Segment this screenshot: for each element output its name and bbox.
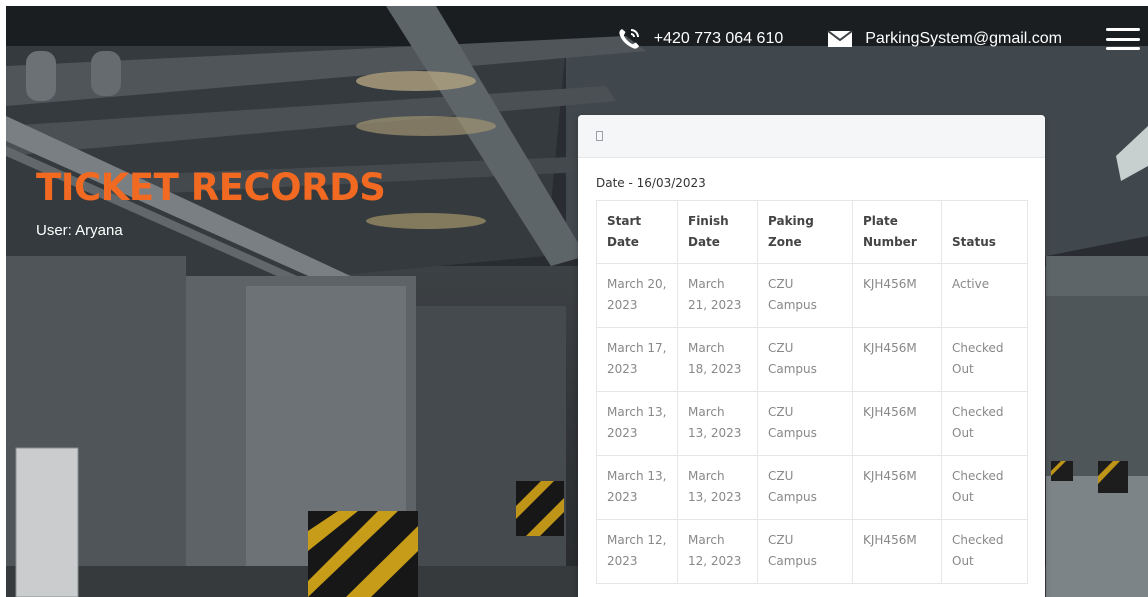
table-row: March 13, 2023 March 13, 2023 CZU Campus… [596, 455, 1028, 520]
hamburger-menu-icon[interactable] [1106, 28, 1140, 50]
cell-status: Checked Out [941, 455, 1028, 520]
email-contact[interactable]: ParkingSystem@gmail.com [827, 29, 1062, 49]
phone-number: +420 773 064 610 [653, 30, 784, 47]
cell-finish-date: March 13, 2023 [677, 391, 758, 456]
table-row: March 13, 2023 March 13, 2023 CZU Campus… [596, 391, 1028, 456]
menu-line [1106, 28, 1140, 31]
date-label: Date - 16/03/2023 [596, 176, 706, 190]
cell-status: Active [941, 263, 1028, 328]
cell-parking-zone: CZU Campus [757, 391, 853, 456]
table-row: March 20, 2023 March 21, 2023 CZU Campus… [596, 263, 1028, 328]
table-row: March 17, 2023 March 18, 2023 CZU Campus… [596, 327, 1028, 392]
table-header-row: Start Date Finish Date Paking Zone Plate… [596, 200, 1028, 264]
cell-parking-zone: CZU Campus [757, 455, 853, 520]
card-header [578, 115, 1045, 158]
cell-status: Checked Out [941, 327, 1028, 392]
page-title: TICKET RECORDS [36, 166, 386, 209]
cell-plate-number: KJH456M [852, 263, 942, 328]
column-header-plate-number: Plate Number [852, 200, 942, 264]
cell-parking-zone: CZU Campus [757, 263, 853, 328]
envelope-icon [827, 30, 853, 47]
menu-line [1106, 37, 1140, 41]
cell-finish-date: March 13, 2023 [677, 455, 758, 520]
cell-plate-number: KJH456M [852, 391, 942, 456]
cell-finish-date: March 12, 2023 [677, 519, 758, 584]
cell-status: Checked Out [941, 519, 1028, 584]
cell-start-date: March 20, 2023 [596, 263, 678, 328]
cell-finish-date: March 18, 2023 [677, 327, 758, 392]
column-header-status: Status [941, 200, 1028, 264]
column-header-finish-date: Finish Date [677, 200, 758, 264]
menu-line [1106, 47, 1140, 50]
missing-glyph-icon [596, 131, 603, 141]
phone-contact[interactable]: +420 773 064 610 [616, 26, 783, 52]
cell-start-date: March 17, 2023 [596, 327, 678, 392]
cell-plate-number: KJH456M [852, 519, 942, 584]
cell-finish-date: March 21, 2023 [677, 263, 758, 328]
column-header-parking-zone: Paking Zone [757, 200, 853, 264]
ticket-table: Start Date Finish Date Paking Zone Plate… [596, 200, 1028, 584]
phone-icon [619, 29, 639, 49]
email-address: ParkingSystem@gmail.com [865, 30, 1062, 47]
column-header-start-date: Start Date [596, 200, 678, 264]
cell-start-date: March 13, 2023 [596, 391, 678, 456]
cell-parking-zone: CZU Campus [757, 327, 853, 392]
table-row: March 12, 2023 March 12, 2023 CZU Campus… [596, 519, 1028, 584]
card-body: Date - 16/03/2023 Start Date Finish Date… [578, 158, 1045, 584]
cell-start-date: March 12, 2023 [596, 519, 678, 584]
cell-plate-number: KJH456M [852, 455, 942, 520]
contact-bar: +420 773 064 610 ParkingSystem@gmail.com [616, 26, 1140, 52]
cell-start-date: March 13, 2023 [596, 455, 678, 520]
ticket-records-card: Date - 16/03/2023 Start Date Finish Date… [578, 115, 1045, 597]
cell-plate-number: KJH456M [852, 327, 942, 392]
cell-status: Checked Out [941, 391, 1028, 456]
cell-parking-zone: CZU Campus [757, 519, 853, 584]
user-label: User: Aryana [36, 222, 123, 239]
